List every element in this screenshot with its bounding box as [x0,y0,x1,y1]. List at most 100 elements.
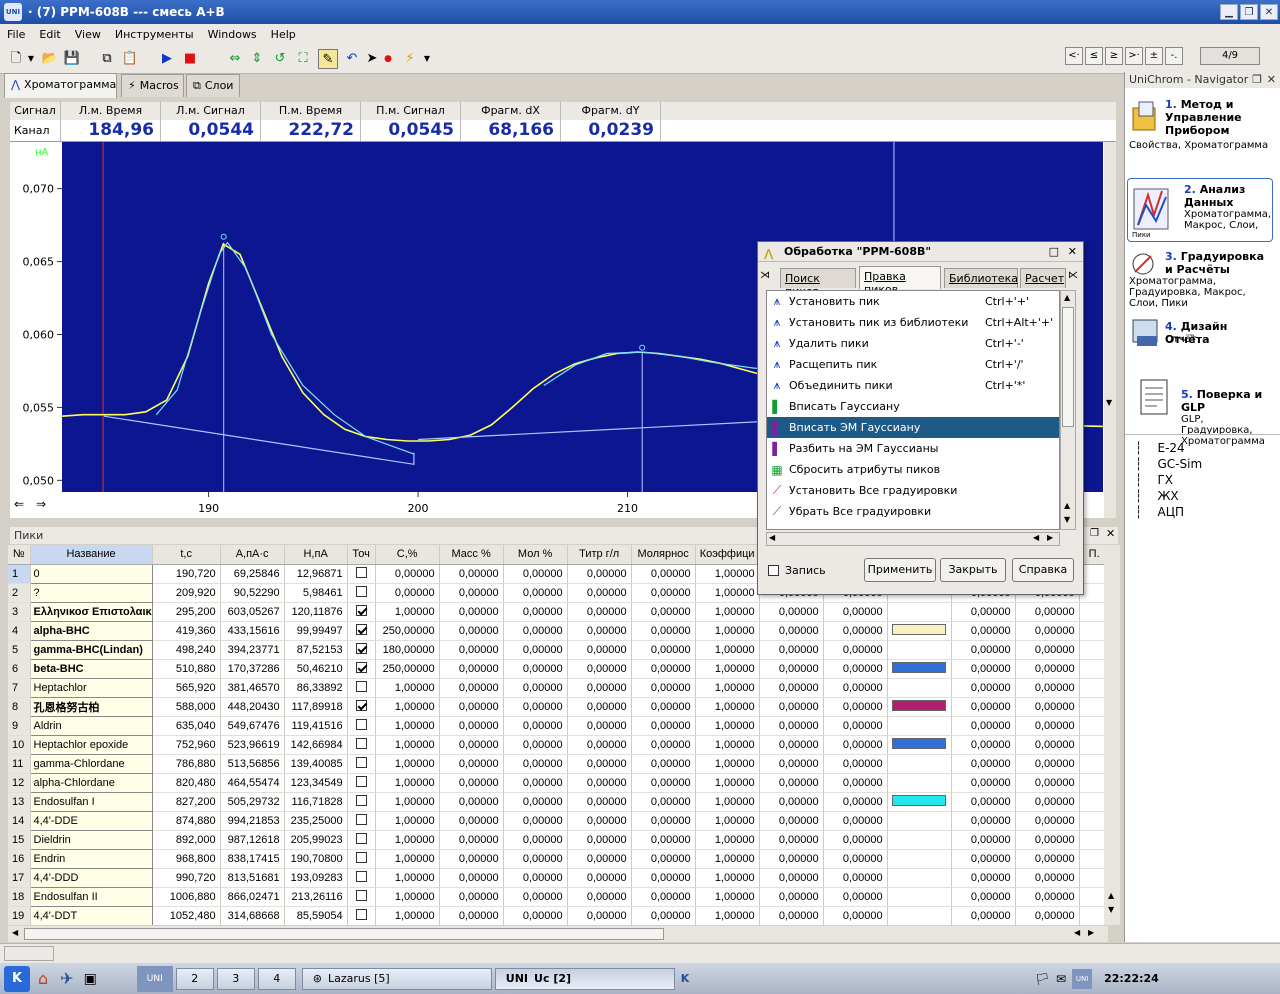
scroll-left-icon[interactable]: ◀ [769,533,775,542]
value-cell[interactable]: 0,00000 [1015,773,1080,793]
value-cell[interactable]: 0,00000 [631,811,696,831]
color-swatch[interactable] [892,623,947,635]
scroll-right-icon[interactable]: ▶ [1047,533,1053,542]
value-cell[interactable]: 0,00000 [439,906,504,925]
precise-checkbox[interactable] [355,813,367,825]
value-cell[interactable]: 0,00000 [951,659,1016,679]
table-hscroll[interactable]: ◀ ◀ ▶ [8,926,1108,942]
precise-cell[interactable] [347,602,376,622]
row-number[interactable]: 16 [8,849,31,869]
time-cell[interactable]: 752,960 [152,735,221,755]
color-cell[interactable] [887,773,952,793]
value-cell[interactable]: 0,00000 [951,716,1016,736]
value-cell[interactable]: 0,00000 [759,697,824,717]
value-cell[interactable]: 0,00000 [567,659,632,679]
color-cell[interactable] [887,678,952,698]
scroll-down-icon[interactable]: ▼ [1108,905,1114,914]
value-cell[interactable]: 0,00000 [1015,849,1080,869]
concentration-cell[interactable]: 250,00000 [375,621,440,641]
fit-all-icon[interactable]: ⛶ [293,49,313,69]
color-cell[interactable] [887,697,952,717]
time-cell[interactable]: 588,000 [152,697,221,717]
last-icon[interactable]: >· [1125,47,1143,65]
peak-action-item[interactable]: ▌ Разбить на ЭМ Гауссианы [767,438,1059,459]
area-cell[interactable]: 433,15616 [220,621,285,641]
area-cell[interactable]: 381,46570 [220,678,285,698]
value-cell[interactable]: 0,00000 [1015,754,1080,774]
time-cell[interactable]: 635,040 [152,716,221,736]
table-vscroll[interactable]: ▼ ▲ [1104,545,1120,925]
peak-name-cell[interactable]: gamma-BHC(Lindan) [29,639,153,660]
area-cell[interactable]: 603,05267 [220,602,285,622]
tray-uni-icon[interactable]: UNI [1072,968,1093,989]
kde-menu-icon[interactable]: K [4,965,30,992]
value-cell[interactable]: 0,00000 [631,621,696,641]
value-cell[interactable]: 0,00000 [759,906,824,925]
navigator-item-analysis[interactable]: 2. Анализ Данных Хроматограмма, Макрос, … [1127,178,1273,242]
concentration-cell[interactable]: 1,00000 [375,868,440,888]
precise-cell[interactable] [347,735,376,755]
peak-name-cell[interactable]: beta-BHC [29,658,153,679]
value-cell[interactable]: 0,00000 [759,830,824,850]
tree-item[interactable]: ┆ АЦП [1135,504,1202,520]
value-cell[interactable]: 0,00000 [439,602,504,622]
value-cell[interactable]: 0,00000 [823,906,888,925]
value-cell[interactable]: 0,00000 [759,640,824,660]
coefficient-cell[interactable]: 1,00000 [695,811,760,831]
row-number[interactable]: 17 [8,868,31,888]
value-cell[interactable]: 0,00000 [567,735,632,755]
value-cell[interactable]: 0,00000 [823,773,888,793]
coefficient-cell[interactable]: 1,00000 [695,773,760,793]
value-cell[interactable]: 0,00000 [631,564,696,584]
value-cell[interactable]: 0,00000 [1015,602,1080,622]
value-cell[interactable]: 0,00000 [1015,697,1080,717]
value-cell[interactable]: 0,00000 [1015,887,1080,907]
time-cell[interactable]: 990,720 [152,868,221,888]
precise-checkbox[interactable] [355,566,367,578]
column-header[interactable]: Название [30,545,153,565]
copy-icon[interactable]: ⧉ [97,49,117,69]
panel-close-icon[interactable]: ✕ [1106,527,1115,540]
scroll-left-icon[interactable]: ◀ [12,928,18,937]
value-cell[interactable]: 0,00000 [631,773,696,793]
value-cell[interactable]: 0,00000 [759,849,824,869]
peak-name-cell[interactable]: Heptachlor [29,677,153,698]
value-cell[interactable]: 0,00000 [439,773,504,793]
tray-app-icon[interactable]: ✉ [1056,972,1066,986]
precise-checkbox[interactable] [355,870,367,882]
precise-cell[interactable] [347,906,376,925]
peak-action-item[interactable]: ⟋ Установить Все градуировки [767,480,1059,501]
color-cell[interactable] [887,602,952,622]
coefficient-cell[interactable]: 1,00000 [695,830,760,850]
value-cell[interactable]: 0,00000 [439,849,504,869]
tab-calculation[interactable]: Расчет [1020,268,1066,288]
height-cell[interactable]: 119,41516 [284,716,348,736]
stop-icon[interactable]: ■ [180,49,200,69]
minimize-icon[interactable]: ▁ [1220,4,1238,20]
table-row[interactable]: 5 gamma-BHC(Lindan) 498,240 394,23771 87,521… [8,639,1108,660]
value-cell[interactable]: 0,00000 [1015,792,1080,812]
area-cell[interactable]: 838,17415 [220,849,285,869]
precise-checkbox[interactable] [355,585,367,597]
scroll-up-icon[interactable]: ▲ [1064,293,1070,302]
column-header[interactable]: H,пА [284,545,348,565]
value-cell[interactable]: 0,00000 [567,564,632,584]
area-cell[interactable]: 314,68668 [220,906,285,925]
list-hscroll[interactable]: ◀ ◀ ▶ [766,532,1060,546]
precise-cell[interactable] [347,811,376,831]
precise-checkbox[interactable] [355,642,367,654]
value-cell[interactable]: 0,00000 [759,735,824,755]
peak-name-cell[interactable]: alpha-BHC [29,620,153,641]
table-row[interactable]: 14 4,4'-DDE 874,880 994,21853 235,25000 1,000… [8,810,1108,831]
coefficient-cell[interactable]: 1,00000 [695,564,760,584]
peak-name-cell[interactable]: ? [29,582,153,603]
list-scroll-thumb[interactable] [1062,307,1074,427]
peak-name-cell[interactable]: Aldrin [29,715,153,736]
concentration-cell[interactable]: 1,00000 [375,678,440,698]
precise-checkbox[interactable] [355,794,367,806]
value-cell[interactable]: 0,00000 [567,678,632,698]
task-uc[interactable]: UNI Uc [2] [494,967,675,990]
value-cell[interactable]: 0,00000 [759,602,824,622]
value-cell[interactable]: 0,00000 [439,621,504,641]
color-cell[interactable] [887,716,952,736]
